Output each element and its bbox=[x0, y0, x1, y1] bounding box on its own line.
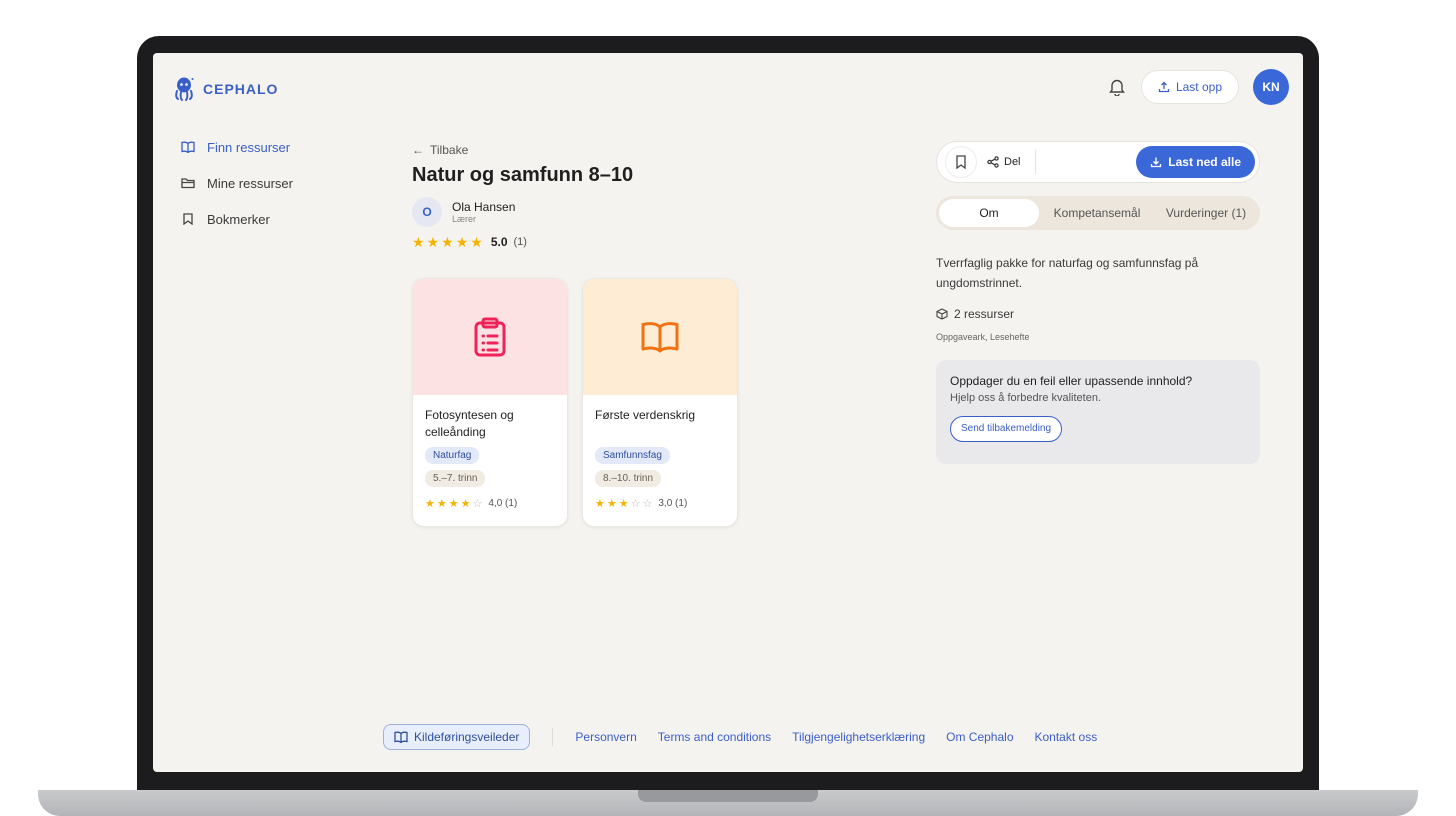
star-icon: ★ bbox=[412, 234, 425, 250]
book-open-icon bbox=[641, 322, 679, 353]
card-rating: ★ ★ ★ ☆ ☆ 3,0 (1) bbox=[595, 497, 725, 510]
download-icon bbox=[1151, 157, 1162, 168]
author-role: Lærer bbox=[452, 214, 477, 224]
book-open-icon bbox=[394, 731, 408, 743]
citation-guide-label: Kildeføringsveileder bbox=[414, 730, 520, 744]
footer-divider bbox=[552, 728, 554, 746]
resource-count: 2 ressurser bbox=[936, 307, 1014, 321]
upload-button[interactable]: Last opp bbox=[1140, 70, 1239, 104]
feedback-box: Oppdager du en feil eller upassende innh… bbox=[936, 360, 1260, 464]
send-feedback-button[interactable]: Send tilbakemelding bbox=[950, 416, 1063, 442]
level-tag: 8.–10. trinn bbox=[595, 470, 662, 487]
sidebar-item-bokmerker[interactable]: Bokmerker bbox=[181, 201, 293, 237]
action-bar: Del Last ned alle bbox=[936, 141, 1260, 183]
rating-count: (1) bbox=[513, 236, 527, 248]
download-all-label: Last ned alle bbox=[1168, 155, 1241, 169]
folder-icon bbox=[181, 178, 195, 189]
sidebar-item-finn-ressurser[interactable]: Finn ressurser bbox=[181, 129, 293, 165]
star-icon: ★ bbox=[470, 234, 483, 250]
package-icon bbox=[936, 308, 948, 320]
star-icon: ★ bbox=[618, 498, 629, 510]
footer-link-about[interactable]: Om Cephalo bbox=[946, 730, 1013, 744]
footer-link-personvern[interactable]: Personvern bbox=[575, 730, 636, 744]
logo[interactable]: CEPHALO bbox=[173, 77, 278, 101]
resource-card[interactable]: Første verdenskrig Samfunnsfag 8.–10. tr… bbox=[582, 278, 738, 527]
rating-value: 5.0 bbox=[490, 235, 508, 249]
tab-vurderinger[interactable]: Vurderinger (1) bbox=[1155, 199, 1257, 227]
book-open-icon bbox=[181, 141, 195, 153]
feedback-title: Oppdager du en feil eller upassende innh… bbox=[950, 374, 1193, 388]
resource-count-text: 2 ressurser bbox=[954, 307, 1015, 321]
clipboard-list-icon bbox=[474, 317, 506, 357]
package-rating: ★ ★ ★ ★ ★ 5.0 (1) bbox=[412, 235, 527, 249]
notifications-bell-icon[interactable] bbox=[1107, 77, 1127, 97]
upload-icon bbox=[1158, 81, 1170, 93]
star-icon: ★ bbox=[595, 498, 605, 510]
sidebar: Finn ressurser Mine ressurser Bokmerker bbox=[181, 129, 293, 237]
octopus-logo-icon bbox=[175, 77, 194, 101]
star-outline-icon: ☆ bbox=[630, 498, 641, 510]
back-label: Tilbake bbox=[430, 143, 469, 157]
card-rating: ★ ★ ★ ★ ☆ 4,0 (1) bbox=[425, 497, 555, 510]
laptop-notch bbox=[638, 790, 818, 802]
footer-link-contact[interactable]: Kontakt oss bbox=[1035, 730, 1098, 744]
author[interactable]: O Ola Hansen Lærer bbox=[412, 197, 515, 227]
footer-link-accessibility[interactable]: Tilgjengelighetserklæring bbox=[792, 730, 925, 744]
star-icon: ★ bbox=[606, 498, 617, 510]
level-tag: 5.–7. trinn bbox=[425, 470, 486, 487]
share-icon bbox=[987, 156, 999, 168]
user-avatar[interactable]: KN bbox=[1253, 69, 1289, 105]
card-thumbnail bbox=[413, 279, 567, 395]
page-title: Natur og samfunn 8–10 bbox=[412, 164, 634, 186]
star-icon: ★ bbox=[425, 498, 435, 510]
star-icon: ★ bbox=[460, 498, 471, 510]
card-thumbnail bbox=[583, 279, 737, 395]
footer-link-terms[interactable]: Terms and conditions bbox=[658, 730, 771, 744]
subject-tag: Naturfag bbox=[425, 447, 480, 464]
bookmark-icon bbox=[183, 213, 193, 225]
star-icon: ★ bbox=[455, 234, 469, 250]
card-rating-text: 3,0 (1) bbox=[658, 498, 688, 509]
subject-tag: Samfunnsfag bbox=[595, 447, 670, 464]
tab-kompetansemal[interactable]: Kompetansemål bbox=[1039, 199, 1155, 227]
topbar-actions: Last opp KN bbox=[1107, 69, 1289, 105]
sidebar-item-label: Mine ressurser bbox=[207, 175, 293, 191]
star-icon: ★ bbox=[436, 498, 447, 510]
star-outline-icon: ☆ bbox=[642, 498, 653, 510]
logo-text: CEPHALO bbox=[203, 81, 279, 97]
upload-label: Last opp bbox=[1175, 80, 1222, 94]
bookmark-button[interactable] bbox=[945, 146, 977, 178]
card-title: Første verdenskrig bbox=[595, 408, 696, 422]
package-description: Tverrfaglig pakke for naturfag og samfun… bbox=[936, 256, 1199, 290]
sidebar-item-label: Bokmerker bbox=[207, 211, 270, 227]
star-outline-icon: ☆ bbox=[472, 498, 483, 510]
sidebar-item-label: Finn ressurser bbox=[207, 139, 291, 155]
download-all-button[interactable]: Last ned alle bbox=[1136, 146, 1255, 178]
card-rating-text: 4,0 (1) bbox=[488, 498, 518, 509]
author-name: Ola Hansen bbox=[452, 200, 516, 214]
resource-types: Oppgaveark, Lesehefte bbox=[936, 332, 1030, 342]
author-avatar: O bbox=[412, 197, 442, 227]
star-icon: ★ bbox=[448, 498, 459, 510]
share-label: Del bbox=[1004, 156, 1021, 168]
feedback-subtitle: Hjelp oss å forbedre kvaliteten. bbox=[950, 392, 1102, 404]
share-button[interactable]: Del bbox=[987, 150, 1036, 174]
bookmark-icon bbox=[956, 155, 966, 169]
card-title: Fotosyntesen og celleånding bbox=[425, 408, 514, 439]
footer: Kildeføringsveileder Personvern Terms an… bbox=[383, 724, 1118, 750]
star-icon: ★ bbox=[426, 234, 440, 250]
tab-om[interactable]: Om bbox=[939, 199, 1039, 227]
app-screen: CEPHALO Last opp KN Finn ressurser Mine … bbox=[153, 53, 1303, 772]
resource-card[interactable]: Fotosyntesen og celleånding Naturfag 5.–… bbox=[412, 278, 568, 527]
back-link[interactable]: ← Tilbake bbox=[412, 143, 468, 157]
star-icon: ★ bbox=[441, 234, 454, 250]
tab-bar: Om Kompetansemål Vurderinger (1) bbox=[936, 196, 1260, 230]
sidebar-item-mine-ressurser[interactable]: Mine ressurser bbox=[181, 165, 293, 201]
arrow-left-icon: ← bbox=[412, 143, 424, 157]
citation-guide-button[interactable]: Kildeføringsveileder bbox=[383, 724, 531, 750]
